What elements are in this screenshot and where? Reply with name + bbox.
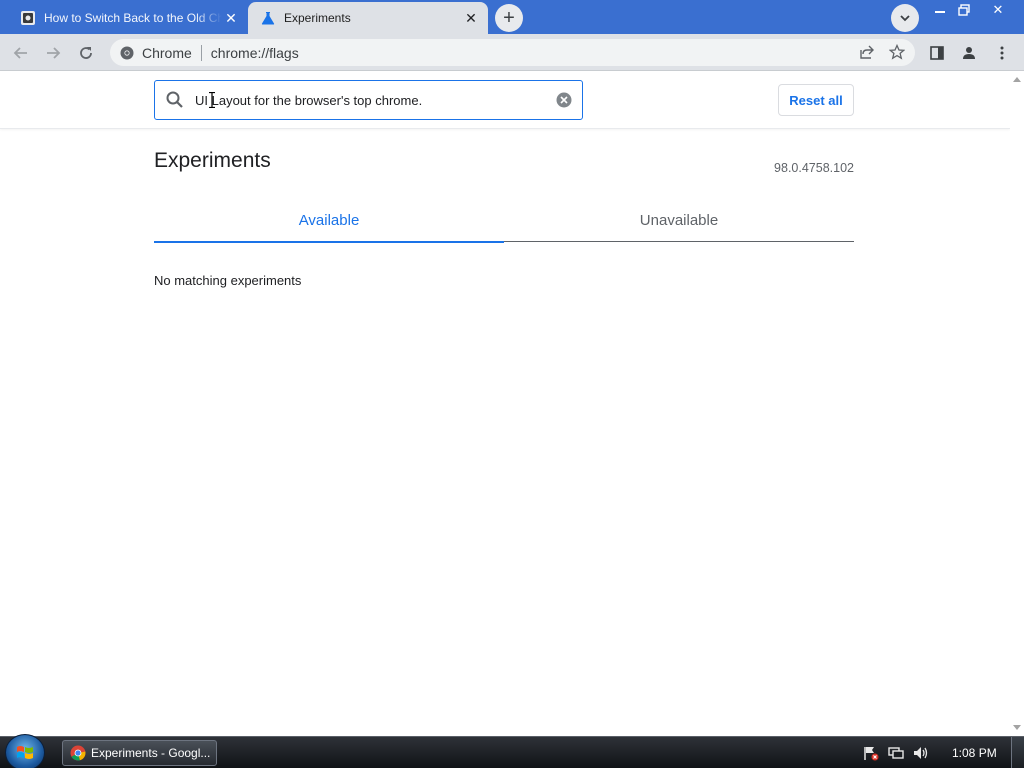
side-panel-button[interactable] [924, 40, 950, 66]
taskbar-clock[interactable]: 1:08 PM [952, 746, 997, 760]
text-cursor-icon [209, 92, 215, 108]
flags-page: Reset all Experiments 98.0.4758.102 Avai… [0, 71, 1010, 736]
reload-icon [80, 47, 92, 59]
tab-close-icon[interactable]: ✕ [222, 9, 240, 27]
flask-icon [260, 10, 276, 26]
page-title: Experiments [154, 149, 271, 172]
profile-button[interactable] [956, 40, 982, 66]
tab-strip: How to Switch Back to the Old Chrome ✕ E… [0, 0, 1024, 34]
chevron-down-icon [900, 15, 910, 22]
taskbar: Experiments - Googl... 1:08 PM [0, 734, 1024, 768]
start-button[interactable] [5, 734, 45, 768]
tab-experiments[interactable]: Experiments ✕ [248, 2, 488, 34]
divider [200, 44, 202, 61]
page-scrollbar[interactable] [1010, 71, 1024, 736]
version-label: 98.0.4758.102 [774, 161, 854, 175]
plus-icon: + [503, 7, 515, 29]
arrow-left-icon [13, 47, 27, 59]
windows-logo-icon [17, 745, 33, 759]
site-square-icon [20, 10, 36, 26]
minimize-icon [935, 11, 945, 13]
flags-search-box[interactable] [154, 80, 583, 120]
window-close-button[interactable]: ✕ [978, 0, 1018, 20]
close-icon: ✕ [992, 2, 1004, 17]
tab-title: How to Switch Back to the Old Chrome [44, 11, 222, 25]
taskbar-window-title: Experiments - Googl... [91, 746, 211, 760]
volume-icon[interactable] [912, 745, 930, 761]
url-text[interactable]: chrome://flags [211, 45, 299, 61]
back-button[interactable] [8, 40, 34, 66]
clear-search-icon[interactable] [556, 92, 572, 108]
taskbar-chrome-window[interactable]: Experiments - Googl... [62, 740, 217, 766]
network-icon[interactable] [887, 745, 905, 761]
show-desktop-button[interactable] [1011, 737, 1024, 768]
site-chip: Chrome [142, 44, 192, 61]
chrome-logo-icon [120, 46, 134, 59]
bookmark-star-icon[interactable] [889, 44, 905, 60]
more-vertical-icon [1000, 46, 1004, 60]
forward-button[interactable] [40, 40, 66, 66]
tab-close-icon[interactable]: ✕ [462, 9, 480, 27]
system-tray [862, 744, 937, 762]
chrome-logo-icon [70, 745, 86, 761]
restore-button[interactable] [952, 0, 976, 20]
action-center-flag-icon[interactable] [862, 745, 880, 761]
minimize-button[interactable] [928, 0, 952, 20]
browser-toolbar: Chrome chrome://flags [0, 34, 1024, 71]
restore-icon [958, 4, 970, 16]
experiment-tabs: Available Unavailable [154, 199, 854, 243]
arrow-right-icon [47, 47, 61, 59]
search-icon [166, 91, 183, 108]
side-panel-icon [930, 46, 944, 60]
scroll-up-icon[interactable] [1013, 77, 1021, 82]
tab-search-button[interactable] [891, 4, 919, 32]
reset-all-button[interactable]: Reset all [778, 84, 854, 116]
empty-results-message: No matching experiments [154, 273, 302, 288]
new-tab-button[interactable]: + [495, 4, 523, 32]
menu-button[interactable] [989, 40, 1015, 66]
tab-title: Experiments [284, 11, 351, 25]
tab-how-to-switch[interactable]: How to Switch Back to the Old Chrome ✕ [8, 2, 248, 34]
tab-unavailable[interactable]: Unavailable [504, 199, 854, 242]
person-icon [963, 47, 975, 59]
address-bar[interactable]: Chrome chrome://flags [110, 39, 915, 66]
flags-search-input[interactable] [195, 92, 556, 108]
reload-button[interactable] [73, 40, 99, 66]
tab-available[interactable]: Available [154, 199, 504, 243]
share-icon[interactable] [859, 44, 875, 60]
scroll-down-icon[interactable] [1013, 725, 1021, 730]
flags-search-header: Reset all [0, 71, 1010, 129]
